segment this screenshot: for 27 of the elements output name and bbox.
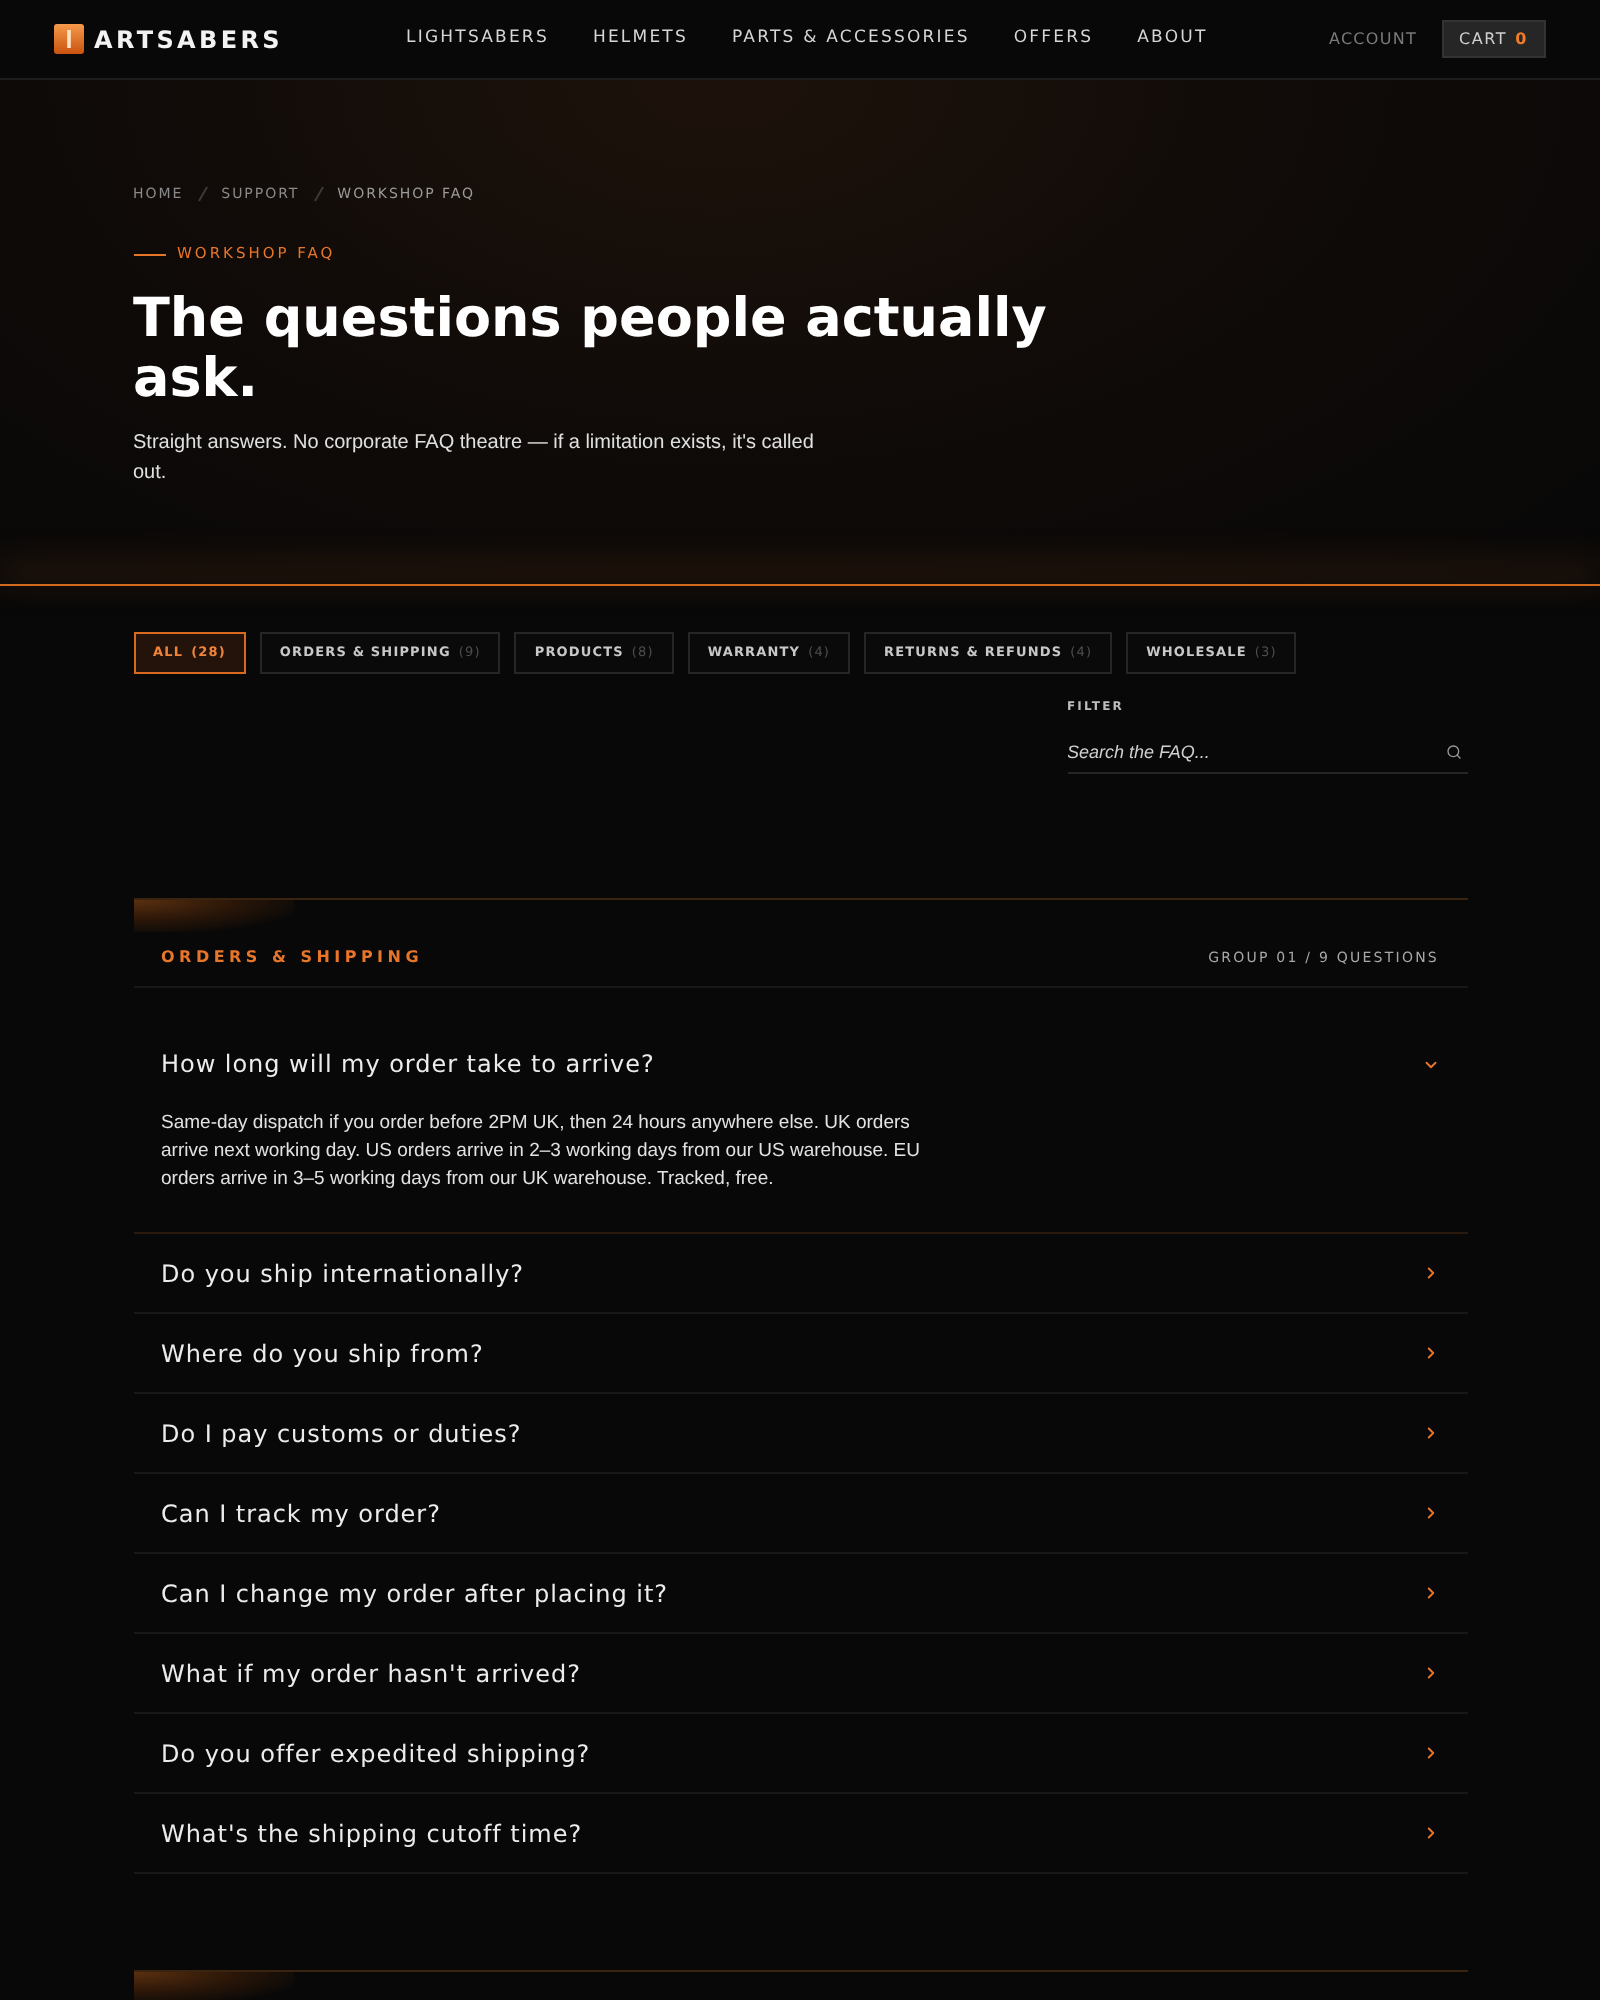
faq-question[interactable]: Can I track my order? (133, 1474, 1467, 1552)
search-field[interactable]: Search the FAQ... (1067, 730, 1467, 774)
faq-answer: Same-day dispatch if you order before 2PM UK, then 24 hours anywhere else. UK orders arrive next working day. US orders arrive in 2–3 working days from our US warehouse. EU orders arrive in 3–5 working days from our UK warehouse. Tracked, free. (161, 1110, 922, 1194)
brand-name[interactable]: ARTSABERS (94, 21, 283, 57)
nav-link[interactable]: LIGHTSABERS (406, 26, 549, 52)
logo-icon[interactable] (54, 24, 84, 54)
slash-icon (313, 186, 324, 202)
cart-button[interactable]: CART 0 (1441, 20, 1546, 58)
account-link[interactable]: ACCOUNT (1328, 27, 1417, 51)
group-title: ORDERS & SHIPPING (161, 946, 424, 970)
faq-question[interactable]: What's the shipping cutoff time? (133, 1794, 1467, 1872)
faq-question[interactable]: Do I pay customs or duties? (133, 1394, 1467, 1472)
faq-question[interactable]: Do you offer expedited shipping? (133, 1714, 1467, 1792)
nav-link[interactable]: HELMETS (592, 26, 688, 52)
faq-question[interactable]: Can I change my order after placing it? (133, 1554, 1467, 1632)
nav-link[interactable]: ABOUT (1137, 26, 1208, 52)
faq-question[interactable]: Where do you ship from? (133, 1314, 1467, 1392)
page-subtitle: Straight answers. No corporate FAQ theatre — if a limitation exists, it's called out. (133, 430, 816, 488)
nav-link[interactable]: OFFERS (1013, 26, 1094, 52)
page-title: The questions people actually ask. (133, 290, 1049, 410)
search-icon[interactable] (1445, 744, 1461, 760)
accent-line (133, 253, 165, 255)
faq-question[interactable]: How long will my order take to arrive? (133, 988, 1467, 1100)
slash-icon (197, 186, 208, 202)
faq-question[interactable]: What if my order hasn't arrived? (133, 1634, 1467, 1712)
faq-question[interactable]: Do you ship internationally? (133, 1234, 1467, 1312)
nav-link[interactable]: PARTS & ACCESSORIES (731, 26, 970, 52)
